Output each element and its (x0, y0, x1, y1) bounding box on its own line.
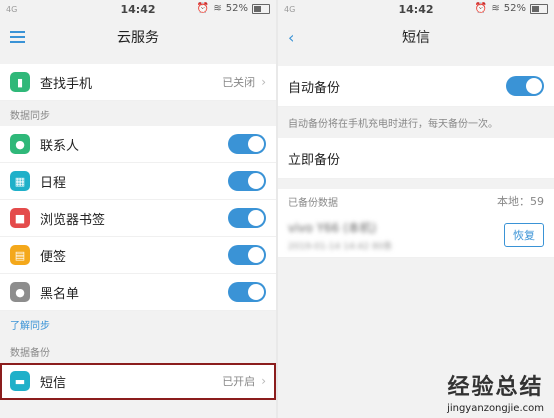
learn-sync-link[interactable]: 了解同步 (0, 311, 276, 338)
find-phone-icon: ▮ (10, 72, 30, 92)
find-phone-label: 查找手机 (40, 73, 222, 92)
battery-icon (252, 4, 270, 14)
chevron-right-icon: › (261, 374, 266, 388)
cloud-service-screen: 4G 14:42 ⏰ ≋ 52% 云服务 ▮ 查找手机 已关闭 › 数据同步 ●… (0, 0, 276, 418)
status-bar: 4G 14:42 ⏰ ≋ 52% (278, 0, 554, 20)
backup-entry-subtitle: 2019-01-14 14:42 80条 (288, 239, 504, 252)
backup-entry: vivo Y66 (本机) 2019-01-14 14:42 80条 恢复 (278, 213, 554, 258)
nav-bar: ‹ 短信 (278, 20, 554, 54)
watermark-main: 经验总结 (447, 369, 544, 401)
bookmark-icon: ■ (10, 208, 30, 228)
sms-icon: ▬ (10, 371, 30, 391)
sync-item-calendar[interactable]: ▦ 日程 (0, 163, 276, 200)
battery-icon (530, 4, 548, 14)
calendar-icon: ▦ (10, 171, 30, 191)
sms-label: 短信 (40, 372, 222, 391)
notes-toggle[interactable] (228, 245, 266, 265)
status-icons: ⏰ ≋ 52% (475, 3, 548, 14)
restore-button[interactable]: 恢复 (504, 223, 544, 247)
status-icons: ⏰ ≋ 52% (197, 3, 270, 14)
find-phone-row[interactable]: ▮ 查找手机 已关闭 › (0, 64, 276, 101)
status-bar: 4G 14:42 ⏰ ≋ 52% (0, 0, 276, 20)
menu-icon[interactable] (10, 28, 25, 46)
blacklist-toggle[interactable] (228, 282, 266, 302)
notes-icon: ▤ (10, 245, 30, 265)
sync-item-label: 日程 (40, 172, 228, 191)
chevron-right-icon: › (261, 75, 266, 89)
sms-status: 已开启 (222, 373, 255, 389)
bookmarks-toggle[interactable] (228, 208, 266, 228)
auto-backup-description: 自动备份将在手机充电时进行，每天备份一次。 (278, 107, 554, 138)
sync-section-title: 数据同步 (0, 101, 276, 126)
auto-backup-row[interactable]: 自动备份 (278, 66, 554, 107)
page-title: 云服务 (117, 27, 159, 47)
local-count: 本地：59 (497, 193, 544, 209)
battery-percent: 52% (504, 3, 526, 14)
sync-item-blacklist[interactable]: ● 黑名单 (0, 274, 276, 311)
watermark: 经验总结 jingyanzongjie.com (447, 369, 544, 414)
calendar-toggle[interactable] (228, 171, 266, 191)
sync-item-contacts[interactable]: ● 联系人 (0, 126, 276, 163)
sync-item-label: 便签 (40, 246, 228, 265)
auto-backup-toggle[interactable] (506, 76, 544, 96)
nav-bar: 云服务 (0, 20, 276, 54)
sync-item-label: 浏览器书签 (40, 209, 228, 228)
backup-section-title: 数据备份 (0, 338, 276, 363)
wifi-icon: ≋ (491, 3, 499, 14)
backup-now-row[interactable]: 立即备份 (278, 138, 554, 179)
alarm-icon: ⏰ (197, 3, 209, 14)
sync-item-bookmarks[interactable]: ■ 浏览器书签 (0, 200, 276, 237)
sync-item-label: 黑名单 (40, 283, 228, 302)
sms-backup-screen: 4G 14:42 ⏰ ≋ 52% ‹ 短信 自动备份 自动备份将在手机充电时进行… (278, 0, 554, 418)
wifi-icon: ≋ (213, 3, 221, 14)
watermark-url: jingyanzongjie.com (447, 403, 544, 414)
find-phone-status: 已关闭 (222, 74, 255, 90)
contacts-toggle[interactable] (228, 134, 266, 154)
sync-item-notes[interactable]: ▤ 便签 (0, 237, 276, 274)
backup-now-label: 立即备份 (288, 149, 544, 168)
backed-up-title: 已备份数据 (288, 194, 497, 209)
page-title: 短信 (402, 27, 430, 47)
sms-backup-row[interactable]: ▬ 短信 已开启 › (0, 363, 276, 400)
backup-entry-title: vivo Y66 (本机) (288, 219, 504, 236)
auto-backup-label: 自动备份 (288, 77, 506, 96)
backed-up-header: 已备份数据 本地：59 (278, 189, 554, 213)
blacklist-icon: ● (10, 282, 30, 302)
backup-entry-info: vivo Y66 (本机) 2019-01-14 14:42 80条 (288, 219, 504, 252)
alarm-icon: ⏰ (475, 3, 487, 14)
contacts-icon: ● (10, 134, 30, 154)
sync-item-label: 联系人 (40, 135, 228, 154)
battery-percent: 52% (226, 3, 248, 14)
back-icon[interactable]: ‹ (288, 28, 294, 47)
